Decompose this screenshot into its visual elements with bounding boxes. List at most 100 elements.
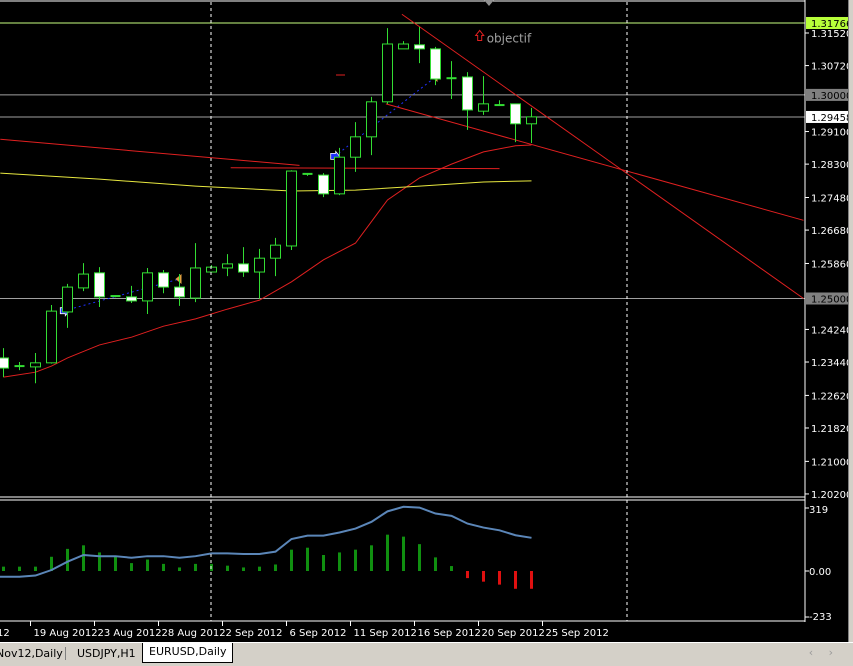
tab-label: Nov12,Daily xyxy=(0,647,63,660)
histogram-bar xyxy=(370,545,373,571)
histogram-bar xyxy=(66,548,69,571)
candle-body-bear xyxy=(94,272,105,298)
candle xyxy=(142,267,153,314)
candle-body-bear xyxy=(158,272,169,288)
indicator-tick-label: -233 xyxy=(809,612,832,623)
price-tick-label: 1.23440 xyxy=(811,358,848,369)
price-tick-label: 1.21820 xyxy=(811,424,848,435)
date-label: 25 Sep 2012 xyxy=(546,628,609,639)
candle xyxy=(382,28,393,104)
price-tick-label: 1.29100 xyxy=(811,128,848,139)
candle xyxy=(94,267,105,308)
histogram-bar xyxy=(482,571,485,582)
candle xyxy=(398,41,409,50)
candle-body-bull xyxy=(398,43,409,50)
histogram-bar xyxy=(258,566,261,571)
chart-canvas[interactable]: objectif 1.31520 1.30720 1.29100 1.28300 1.27… xyxy=(0,0,848,642)
price-panel: objectif xyxy=(0,13,805,384)
candle-body-bull xyxy=(526,116,537,125)
histogram-bar xyxy=(290,549,293,571)
close-arrow-icon xyxy=(175,273,182,284)
tab-usdjpy-h1[interactable]: USDJPY,H1 xyxy=(71,645,142,662)
histogram-bar xyxy=(530,571,533,589)
histogram-bar xyxy=(274,564,277,571)
histogram-bar xyxy=(226,565,229,571)
candle xyxy=(510,103,521,143)
candle xyxy=(190,243,201,303)
price-tick-label: 1.22620 xyxy=(811,391,848,402)
price-tick-label: 1.30720 xyxy=(811,62,848,73)
indicator-tick-label: 0.00 xyxy=(809,567,831,578)
candle xyxy=(238,247,249,277)
candle xyxy=(158,269,169,294)
candle xyxy=(302,172,313,176)
candle-body-bull xyxy=(382,43,393,103)
candle-body-bear xyxy=(462,76,473,111)
price-tag-label: 1.30000 xyxy=(811,91,848,102)
candle-body-bear xyxy=(126,296,137,302)
candle-body-bull xyxy=(334,156,345,195)
price-tick-label: 1.24240 xyxy=(811,325,848,336)
price-tick-label: 1.27480 xyxy=(811,194,848,205)
tab-nov12-daily[interactable]: Nov12,Daily xyxy=(0,645,69,662)
date-label: 12 xyxy=(0,628,10,639)
candle xyxy=(430,46,441,86)
date-label: 19 Aug 2012 xyxy=(34,628,98,639)
price-tick-label: 1.26680 xyxy=(811,226,848,237)
histogram-bar xyxy=(322,555,325,571)
histogram-bar xyxy=(114,556,117,571)
histogram-bar xyxy=(386,534,389,571)
candle xyxy=(350,122,361,172)
candle-body-bull xyxy=(222,263,233,269)
candle xyxy=(478,76,489,115)
candle-body-bull xyxy=(46,310,57,364)
histogram-bar xyxy=(242,567,245,571)
candle-body-bull xyxy=(78,273,89,289)
candle-body-bear xyxy=(414,44,425,50)
indicator-tick-label: 319 xyxy=(809,505,828,516)
trendline xyxy=(385,103,804,221)
histogram-bar xyxy=(466,571,469,579)
window-edge xyxy=(848,0,853,642)
candle-body-bear xyxy=(318,174,329,195)
candle xyxy=(286,170,297,251)
candle-body-bear xyxy=(430,48,441,80)
price-tag-label: 1.31766 xyxy=(811,19,848,30)
shift-marker-icon xyxy=(484,0,494,6)
candle-body-bull xyxy=(62,286,73,313)
candle-body-bull xyxy=(30,362,41,368)
trendline xyxy=(0,138,300,166)
candle-body-bull xyxy=(478,103,489,112)
tab-separator xyxy=(65,647,66,660)
histogram-bar xyxy=(514,571,517,589)
histogram-bar xyxy=(18,566,21,571)
tab-scroll-arrows[interactable]: ‹ › xyxy=(809,646,839,659)
date-label: 28 Aug 2012 xyxy=(162,628,226,639)
candle xyxy=(462,72,473,130)
price-tick-label: 1.20200 xyxy=(811,490,848,501)
price-tick-label: 1.28300 xyxy=(811,160,848,171)
histogram-bar xyxy=(162,563,165,571)
price-tag-label: 1.25000 xyxy=(811,294,848,305)
moving-average-yellow xyxy=(0,172,532,192)
candle xyxy=(366,96,377,156)
candle-body-bear xyxy=(174,286,185,298)
candle xyxy=(494,100,505,107)
histogram-bar xyxy=(402,536,405,571)
objectif-label: objectif xyxy=(487,31,532,45)
candle xyxy=(414,26,425,64)
candle-body-bull xyxy=(142,272,153,302)
histogram-bar xyxy=(354,549,357,571)
candle xyxy=(526,107,537,143)
chart-tabs-bar: Nov12,Daily USDJPY,H1 EURUSD,Daily ‹ › xyxy=(0,642,853,666)
up-arrow-icon xyxy=(474,29,485,41)
tab-eurusd-daily[interactable]: EURUSD,Daily xyxy=(142,643,234,663)
candle xyxy=(126,285,137,303)
price-tick-label: 1.21000 xyxy=(811,457,848,468)
histogram-bar xyxy=(306,547,309,571)
tab-label: USDJPY,H1 xyxy=(77,647,136,660)
candle-body-bull xyxy=(190,267,201,299)
price-tick-label: 1.31520 xyxy=(811,29,848,40)
candle-body-bull xyxy=(254,257,265,273)
candle xyxy=(270,237,281,277)
